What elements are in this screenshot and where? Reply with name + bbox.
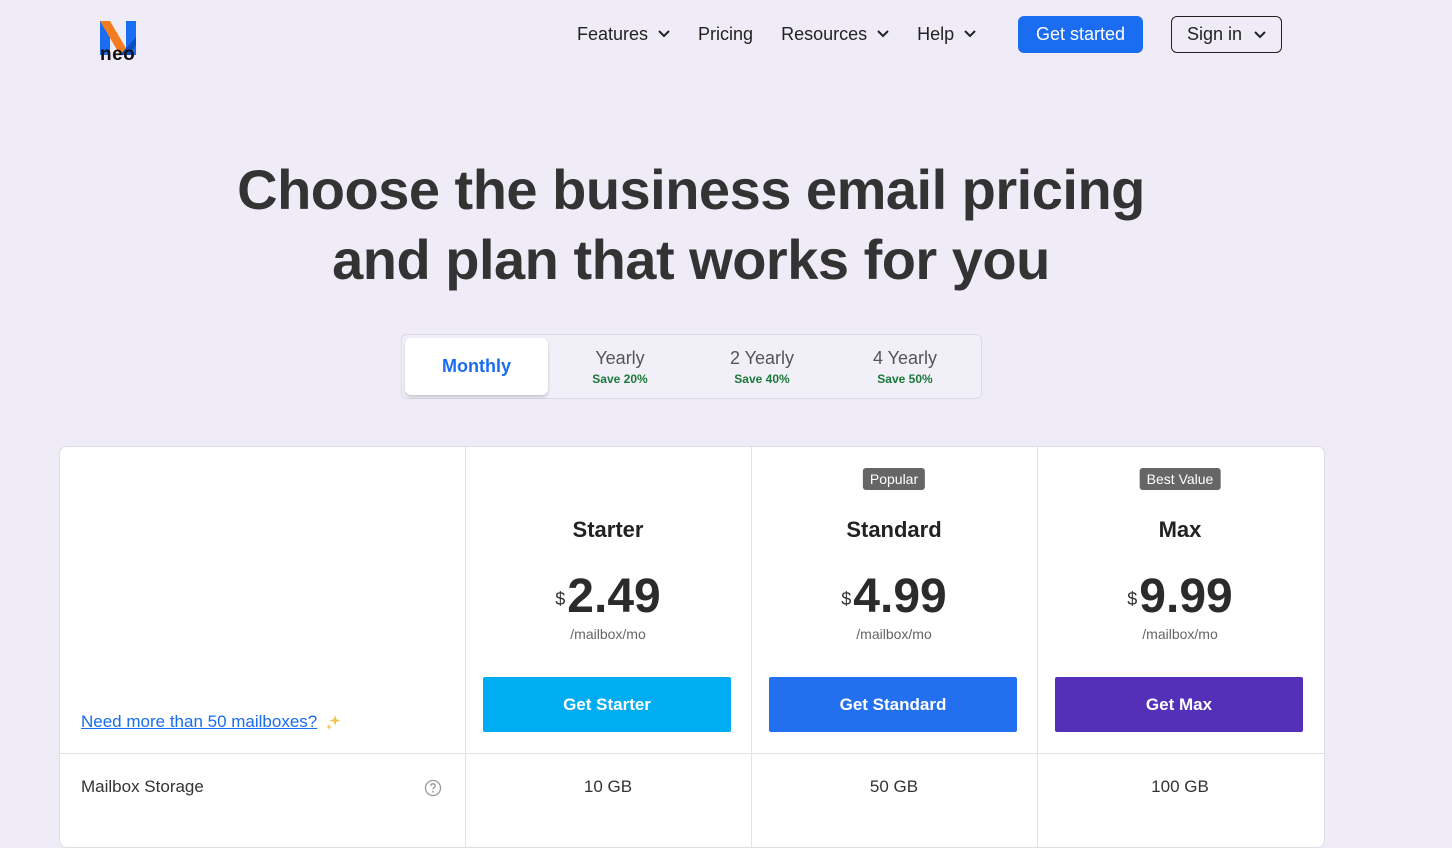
price-amount: 4.99 — [853, 570, 947, 623]
billing-period-tabs: Monthly Yearly Save 20% 2 Yearly Save 40… — [401, 334, 982, 399]
nav-resources-label: Resources — [781, 23, 868, 44]
price-amount: 9.99 — [1139, 570, 1233, 623]
nav-help-label: Help — [917, 23, 955, 44]
pricing-table: Need more than 50 mailboxes? Starter $2.… — [59, 446, 1325, 848]
best-value-badge: Best Value — [1139, 468, 1221, 490]
get-starter-button[interactable]: Get Starter — [483, 677, 731, 732]
help-circle-icon[interactable] — [424, 779, 442, 797]
nav-features[interactable]: Features — [577, 24, 670, 45]
plan-price: $2.49 — [465, 569, 751, 624]
tab-yearly-save: Save 20% — [592, 371, 648, 386]
get-started-button[interactable]: Get started — [1018, 16, 1143, 53]
sign-in-label: Sign in — [1186, 24, 1243, 44]
need-more-mailboxes-label: Need more than 50 mailboxes? — [81, 712, 318, 731]
plan-price: $9.99 — [1037, 569, 1323, 624]
need-more-mailboxes-link[interactable]: Need more than 50 mailboxes? — [81, 712, 341, 732]
sparkle-icon — [326, 715, 341, 730]
nav-resources[interactable]: Resources — [781, 24, 889, 45]
chevron-down-icon — [877, 30, 889, 38]
tab-4-yearly-label: 4 Yearly — [872, 347, 938, 368]
plan-price: $4.99 — [751, 569, 1037, 624]
feature-label-mailbox-storage: Mailbox Storage — [81, 777, 204, 796]
tab-4-yearly[interactable]: 4 Yearly Save 50% — [834, 338, 976, 395]
plan-name: Standard — [846, 517, 942, 542]
currency-symbol: $ — [1127, 589, 1138, 609]
tab-monthly-label: Monthly — [442, 356, 511, 376]
chevron-down-icon — [1254, 30, 1266, 38]
plan-name: Max — [1158, 517, 1202, 542]
nav-pricing-label: Pricing — [698, 23, 754, 44]
price-period: /mailbox/mo — [1142, 626, 1218, 642]
price-amount: 2.49 — [567, 570, 661, 623]
currency-symbol: $ — [555, 589, 566, 609]
price-period: /mailbox/mo — [856, 626, 932, 642]
nav-pricing[interactable]: Pricing — [698, 24, 753, 45]
chevron-down-icon — [964, 30, 976, 38]
get-max-button[interactable]: Get Max — [1055, 677, 1303, 732]
nav-features-label: Features — [577, 23, 649, 44]
plan-name: Starter — [572, 517, 644, 542]
sign-in-button[interactable]: Sign in — [1171, 16, 1282, 53]
tab-2-yearly-save: Save 40% — [734, 371, 790, 386]
page-title-line-2: and plan that works for you — [332, 228, 1050, 291]
chevron-down-icon — [658, 30, 670, 38]
currency-symbol: $ — [841, 589, 852, 609]
price-period: /mailbox/mo — [570, 626, 646, 642]
tab-yearly-label: Yearly — [595, 347, 645, 368]
row-divider — [60, 753, 1324, 754]
tab-monthly[interactable]: Monthly — [405, 338, 548, 395]
page-title: Choose the business email pricing and pl… — [0, 155, 1382, 295]
plan-max: Best Value Max $9.99 /mailbox/mo Get Max — [1037, 447, 1323, 753]
feature-value-standard: 50 GB — [869, 777, 919, 796]
tab-4-yearly-save: Save 50% — [877, 371, 933, 386]
logo-text[interactable]: neo — [100, 44, 135, 66]
tab-2-yearly[interactable]: 2 Yearly Save 40% — [691, 338, 833, 395]
plan-standard: Popular Standard $4.99 /mailbox/mo Get S… — [751, 447, 1037, 753]
feature-value-max: 100 GB — [1151, 777, 1209, 796]
nav-help[interactable]: Help — [917, 24, 976, 45]
popular-badge: Popular — [862, 468, 926, 490]
main-nav: Features Pricing Resources Help — [577, 16, 1004, 52]
tab-2-yearly-label: 2 Yearly — [729, 347, 795, 368]
get-standard-button[interactable]: Get Standard — [769, 677, 1017, 732]
page-title-line-1: Choose the business email pricing — [237, 158, 1145, 221]
plan-starter: Starter $2.49 /mailbox/mo Get Starter — [465, 447, 751, 753]
tab-yearly[interactable]: Yearly Save 20% — [549, 338, 691, 395]
feature-value-starter: 10 GB — [583, 777, 633, 796]
